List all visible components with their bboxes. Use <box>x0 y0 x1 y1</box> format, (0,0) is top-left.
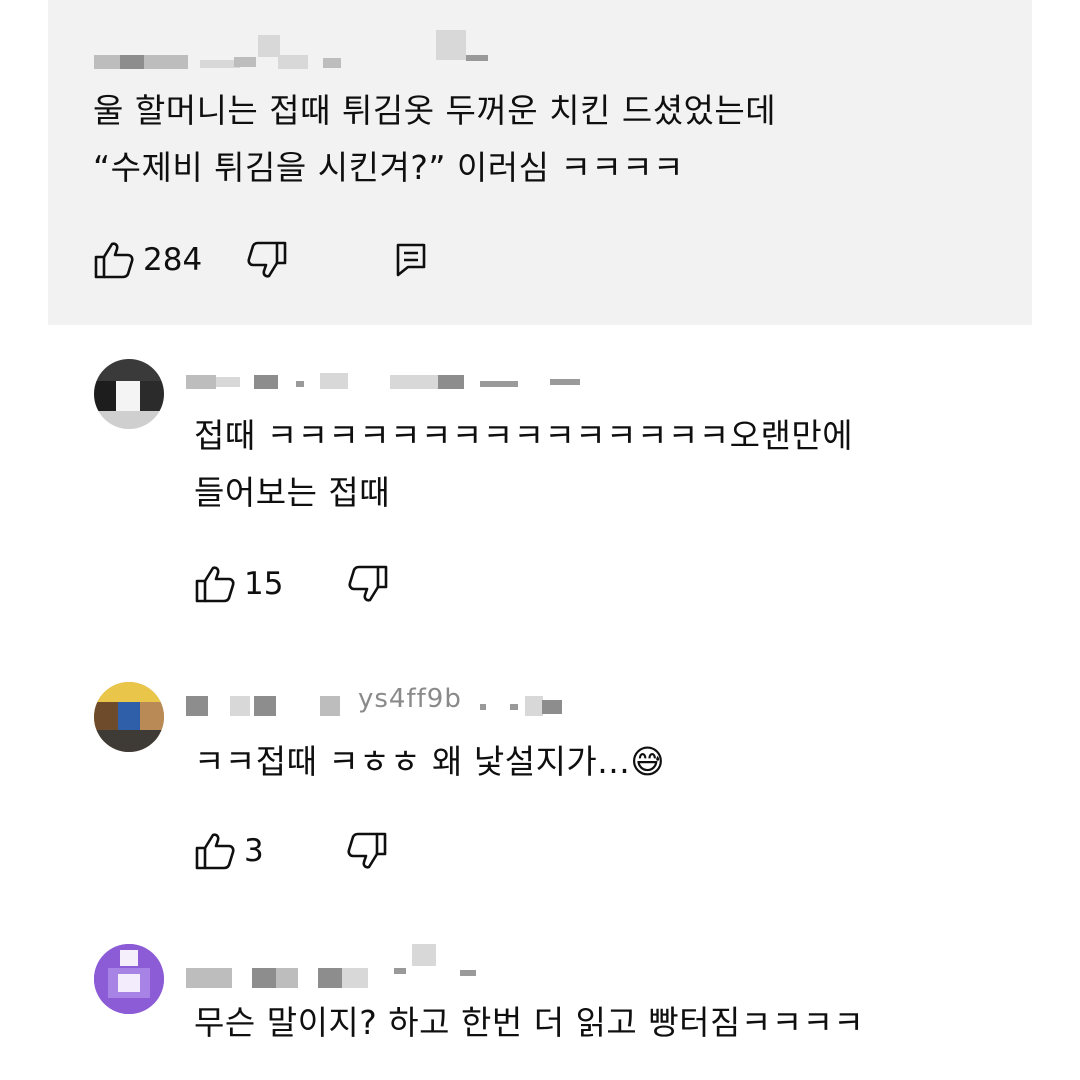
comment-text-line: ㅋㅋ접때 ㅋㅎㅎ 왜 낯설지가...😅 <box>194 742 666 781</box>
avatar[interactable] <box>94 682 164 752</box>
author-handle-fragment: ys4ff9b <box>358 684 462 714</box>
comment-text-line: 들어보는 접때 <box>194 473 391 512</box>
comment-actions: 3 <box>194 829 388 873</box>
comment-author-meta-blurred <box>48 0 1032 80</box>
default-avatar-icon <box>94 944 164 1014</box>
thumbs-up-icon[interactable] <box>93 240 135 280</box>
comment-text: 무슨 말이지? 하고 한번 더 읽고 빵터짐ㅋㅋㅋㅋ <box>194 994 864 1051</box>
thumbs-down-icon[interactable] <box>346 831 388 871</box>
comment-text: 울 할머니는 접때 튀김옷 두꺼운 치킨 드셨었는데 “수제비 튀김을 시킨겨?… <box>93 82 776 196</box>
comment-actions: 15 <box>194 562 389 606</box>
comment-text: ㅋㅋ접때 ㅋㅎㅎ 왜 낯설지가...😅 <box>194 733 665 790</box>
comment-author-meta-blurred <box>180 944 500 994</box>
comment-actions: 284 <box>93 238 428 282</box>
like-count: 15 <box>244 566 284 602</box>
comment-text: 접때 ㅋㅋㅋㅋㅋㅋㅋㅋㅋㅋㅋㅋㅋㅋㅋ오랜만에 들어보는 접때 <box>194 407 853 521</box>
thumbs-up-icon[interactable] <box>194 564 236 604</box>
thumbs-down-icon[interactable] <box>246 240 288 280</box>
comment-text-line: 접때 ㅋㅋㅋㅋㅋㅋㅋㅋㅋㅋㅋㅋㅋㅋㅋ오랜만에 <box>194 416 854 455</box>
comment-thread: 울 할머니는 접때 튀김옷 두꺼운 치킨 드셨었는데 “수제비 튀김을 시킨겨?… <box>0 0 1080 1080</box>
comment-text-line: 울 할머니는 접때 튀김옷 두꺼운 치킨 드셨었는데 <box>93 91 777 130</box>
avatar[interactable] <box>94 944 164 1014</box>
highlighted-comment: 울 할머니는 접때 튀김옷 두꺼운 치킨 드셨었는데 “수제비 튀김을 시킨겨?… <box>48 0 1032 325</box>
like-count: 284 <box>143 242 203 278</box>
reply-icon[interactable] <box>394 241 428 279</box>
thumbs-down-icon[interactable] <box>347 564 389 604</box>
like-count: 3 <box>244 833 264 869</box>
comment-text-line: “수제비 튀김을 시킨겨?” 이러심 ㅋㅋㅋㅋ <box>93 148 684 187</box>
thumbs-up-icon[interactable] <box>194 831 236 871</box>
avatar[interactable] <box>94 359 164 429</box>
comment-author-meta-blurred <box>180 365 600 395</box>
comment-text-line: 무슨 말이지? 하고 한번 더 읽고 빵터짐ㅋㅋㅋㅋ <box>194 1003 865 1042</box>
